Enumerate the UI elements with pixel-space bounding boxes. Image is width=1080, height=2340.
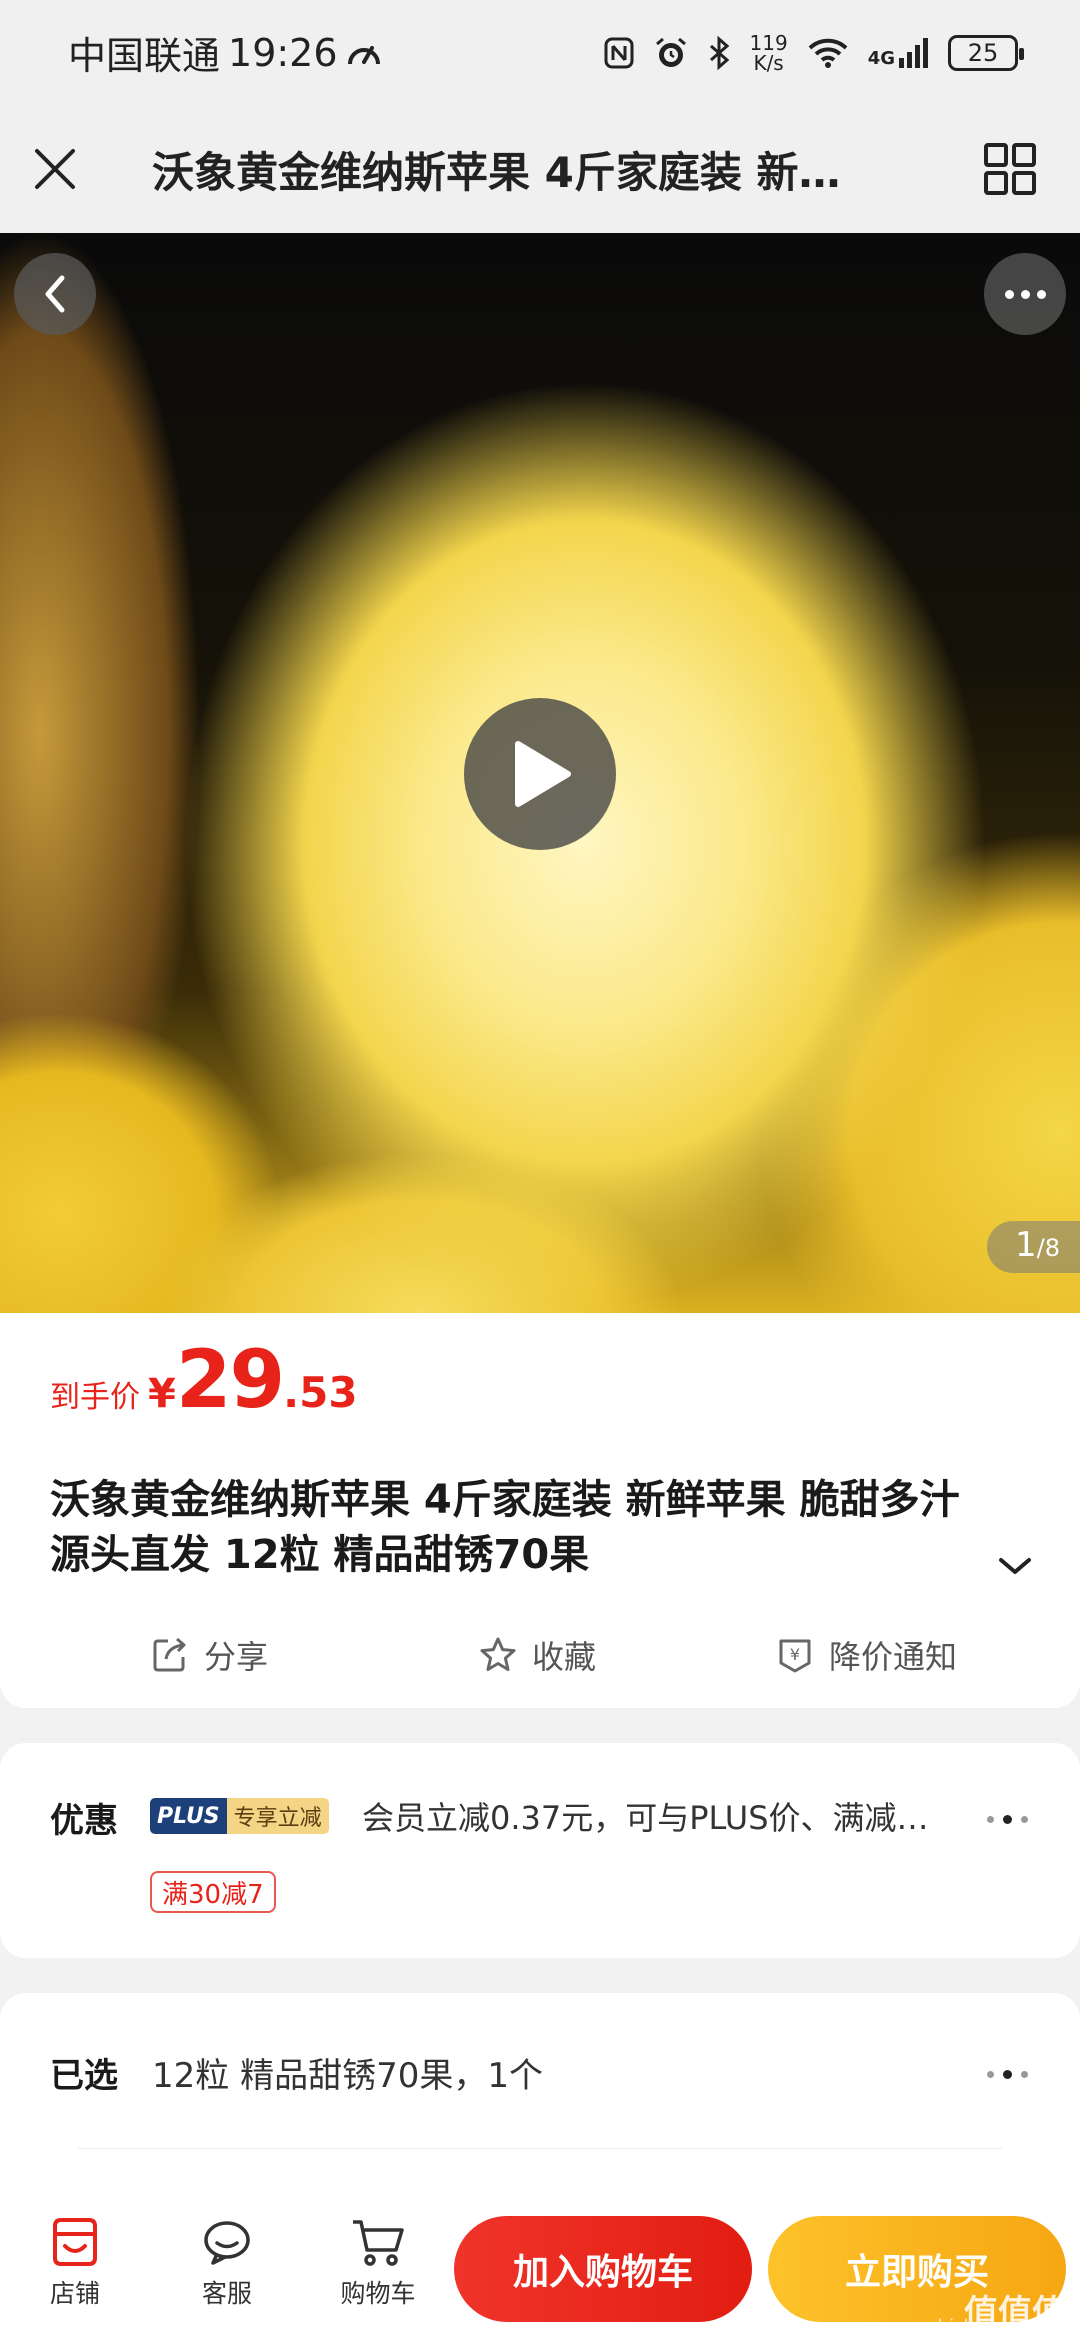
product-actions: 分享 收藏 ¥ 降价通知 <box>0 1625 1080 1685</box>
selection-value: 12粒 精品甜锈70果，1个 <box>152 2056 543 2096</box>
play-icon <box>515 741 571 807</box>
price-decimal: .53 <box>283 1368 358 1417</box>
product-title-line-1: 沃象黄金维纳斯苹果 4斤家庭装 新鲜苹果 脆甜多汁 <box>50 1477 960 1523</box>
price-alert-button[interactable]: ¥ 降价通知 <box>775 1632 957 1678</box>
net-speed-value: 119 <box>749 30 788 55</box>
cell-signal: 4G <box>867 37 928 69</box>
signal-bars-icon <box>899 37 928 68</box>
image-counter-total: /8 <box>1036 1234 1060 1262</box>
promotion-more-icon[interactable] <box>987 1815 1028 1824</box>
share-icon <box>153 1637 186 1672</box>
dot <box>1003 2070 1012 2079</box>
favorite-button[interactable]: 收藏 <box>478 1632 596 1678</box>
dot <box>987 1816 994 1823</box>
clock: 19:26 <box>228 30 338 75</box>
dot <box>987 2071 994 2078</box>
divider <box>78 2148 1002 2149</box>
price-alert-label: 降价通知 <box>829 1638 958 1676</box>
chevron-left-icon <box>45 275 65 313</box>
product-image-gallery[interactable]: 1/8 <box>0 233 1080 1313</box>
price-tag-icon: ¥ <box>779 1639 811 1673</box>
price-currency: ¥ <box>148 1371 176 1417</box>
status-bar: 中国联通 19:26 119 K/s 4G 25 <box>0 0 1080 105</box>
price-integer: 29 <box>175 1333 285 1426</box>
selection-label: 已选 <box>50 2056 118 2096</box>
close-icon <box>35 149 75 189</box>
net-speed: 119 K/s <box>750 33 788 73</box>
carrier-name: 中国联通 <box>68 34 221 78</box>
coupon-tag[interactable]: 满30减7 <box>150 1871 276 1913</box>
selection-more-icon[interactable] <box>987 2070 1028 2079</box>
more-dot <box>1020 289 1030 299</box>
image-counter: 1/8 <box>987 1221 1080 1273</box>
network-type-label: 4G <box>867 47 895 69</box>
promotion-label: 优惠 <box>50 1801 118 1841</box>
watermark-site: zhizhizhi.com <box>928 2316 1050 2337</box>
expand-title-button[interactable] <box>990 1541 1040 1591</box>
speedometer-icon <box>347 45 380 64</box>
add-to-cart-button[interactable]: 加入购物车 <box>454 2216 752 2322</box>
dot <box>1021 1816 1028 1823</box>
dot <box>1021 2071 1028 2078</box>
promotion-card[interactable]: 优惠 PLUS 专享立减 会员立减0.37元，可与PLUS价、满减… 满30减7 <box>0 1743 1080 1958</box>
plus-badge-text: 专享立减 <box>226 1798 329 1834</box>
share-label: 分享 <box>204 1638 269 1676</box>
menu-grid-button[interactable] <box>940 105 1080 233</box>
price: 到手价 ¥ 29 .53 <box>50 1333 358 1426</box>
cart-label: 购物车 <box>340 2279 416 2308</box>
plus-badge: PLUS 专享立减 <box>150 1798 329 1834</box>
cart-icon <box>353 2220 404 2266</box>
more-dot <box>1036 289 1046 299</box>
chevron-down-icon <box>999 1558 1031 1574</box>
customer-service-tab[interactable]: 客服 <box>172 2216 282 2310</box>
status-left: 中国联通 19:26 <box>68 25 382 80</box>
product-info-card: 到手价 ¥ 29 .53 沃象黄金维纳斯苹果 4斤家庭装 新鲜苹果 脆甜多汁 源… <box>0 1313 1080 1708</box>
promotion-description: 会员立减0.37元，可与PLUS价、满减… <box>362 1799 929 1837</box>
svg-text:¥: ¥ <box>790 1645 800 1664</box>
store-icon <box>53 2218 97 2266</box>
favorite-label: 收藏 <box>532 1638 597 1676</box>
customer-service-label: 客服 <box>201 2279 252 2308</box>
plus-badge-tag: PLUS <box>150 1798 227 1834</box>
more-dot <box>1004 289 1014 299</box>
price-label: 到手价 <box>50 1380 140 1415</box>
cart-tab[interactable]: 购物车 <box>323 2216 433 2310</box>
image-counter-current: 1 <box>1015 1225 1037 1265</box>
net-speed-unit: K/s <box>753 50 784 75</box>
wifi-icon <box>808 38 848 68</box>
battery-indicator: 25 <box>948 34 1024 71</box>
play-video-button[interactable] <box>464 698 616 850</box>
grid-icon <box>984 143 1036 195</box>
navigation-bar: 沃象黄金维纳斯苹果 4斤家庭装 新… <box>0 105 1080 233</box>
share-button[interactable]: 分享 <box>150 1632 268 1678</box>
store-label: 店铺 <box>49 2279 100 2308</box>
store-tab[interactable]: 店铺 <box>20 2216 130 2310</box>
selection-card[interactable]: 已选 12粒 精品甜锈70果，1个 <box>0 1993 1080 2198</box>
product-title-line-2: 源头直发 12粒 精品甜锈70果 <box>50 1532 590 1578</box>
close-button[interactable] <box>0 105 110 233</box>
product-title: 沃象黄金维纳斯苹果 4斤家庭装 新鲜苹果 脆甜多汁 源头直发 12粒 精品甜锈7… <box>50 1473 1020 1583</box>
alarm-icon <box>655 37 686 67</box>
page-title: 沃象黄金维纳斯苹果 4斤家庭装 新… <box>152 147 841 197</box>
star-icon <box>480 1637 516 1671</box>
chat-icon <box>204 2221 250 2265</box>
nfc-icon <box>604 37 633 68</box>
more-options-button[interactable] <box>984 253 1066 335</box>
bluetooth-icon <box>709 35 729 70</box>
status-right: 119 K/s 4G 25 <box>604 33 1024 73</box>
back-button[interactable] <box>14 253 96 335</box>
bottom-action-bar: 店铺 客服 购物车 加入购物车 立即购买 <box>0 2198 1080 2340</box>
dot <box>1003 1815 1012 1824</box>
